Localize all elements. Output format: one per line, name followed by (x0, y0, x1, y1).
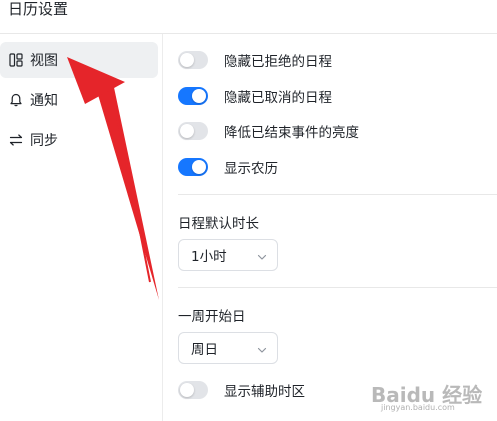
title-divider (0, 33, 497, 34)
toggle-knob (180, 383, 194, 397)
chevron-down-icon (257, 343, 267, 359)
default-duration-select[interactable]: 1小时 (178, 239, 278, 271)
setting-label: 隐藏已取消的日程 (224, 90, 332, 106)
sidebar-divider (162, 34, 163, 421)
hide-cancelled-toggle[interactable] (178, 87, 208, 105)
setting-show-lunar: 显示农历 (178, 156, 278, 178)
week-start-select[interactable]: 周日 (178, 332, 278, 364)
setting-secondary-timezone: 显示辅助时区 (178, 379, 305, 401)
sidebar-item-notifications[interactable]: 通知 (0, 82, 158, 118)
default-duration-label: 日程默认时长 (178, 216, 259, 232)
sidebar-item-view[interactable]: 视图 (0, 42, 158, 78)
toggle-knob (180, 53, 194, 67)
show-lunar-toggle[interactable] (178, 158, 208, 176)
setting-dim-ended: 降低已结束事件的亮度 (178, 120, 359, 142)
hide-rejected-toggle[interactable] (178, 51, 208, 69)
watermark-sub: jingyan.baidu.com (381, 403, 455, 412)
section-divider (178, 194, 497, 195)
setting-label: 降低已结束事件的亮度 (224, 125, 359, 141)
setting-label: 显示农历 (224, 161, 278, 177)
toggle-knob (180, 124, 194, 138)
window-title: 日历设置 (8, 0, 69, 18)
week-start-label: 一周开始日 (178, 309, 246, 325)
sidebar-item-sync[interactable]: 同步 (0, 122, 158, 158)
sidebar-item-label: 同步 (30, 133, 58, 149)
layout-icon (8, 52, 24, 68)
sync-icon (8, 132, 24, 148)
sidebar-item-label: 视图 (30, 53, 58, 69)
select-value: 周日 (191, 342, 218, 358)
sidebar-item-label: 通知 (30, 93, 58, 109)
setting-hide-rejected: 隐藏已拒绝的日程 (178, 49, 332, 71)
bell-icon (8, 92, 24, 108)
chevron-down-icon (257, 250, 267, 266)
toggle-knob (192, 160, 206, 174)
baidu-watermark: Baidu 经验 jingyan.baidu.com (361, 377, 491, 417)
setting-hide-cancelled: 隐藏已取消的日程 (178, 85, 332, 107)
setting-label: 显示辅助时区 (224, 384, 305, 400)
select-value: 1小时 (191, 249, 227, 265)
dim-ended-toggle[interactable] (178, 122, 208, 140)
setting-label: 隐藏已拒绝的日程 (224, 54, 332, 70)
secondary-timezone-toggle[interactable] (178, 381, 208, 399)
toggle-knob (192, 89, 206, 103)
section-divider (178, 287, 497, 288)
